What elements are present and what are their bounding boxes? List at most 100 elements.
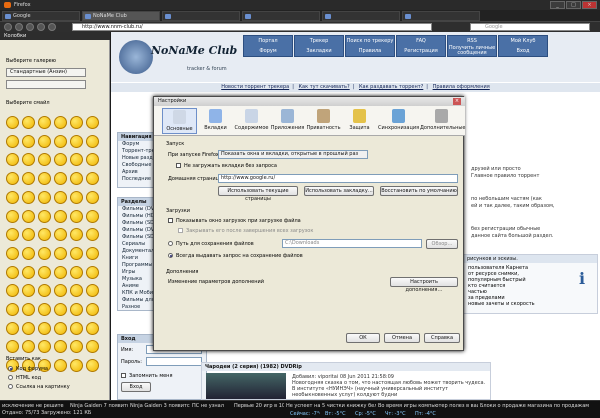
menu-tracker[interactable]: Трекер	[295, 36, 343, 46]
tab-advanced[interactable]: Дополнительные	[420, 108, 465, 134]
smiley-icon[interactable]	[6, 209, 19, 223]
use-bookmark-button[interactable]: Использовать закладку…	[304, 186, 374, 196]
smiley-icon[interactable]	[38, 284, 51, 298]
link-design-rules[interactable]: Правила оформления	[433, 84, 490, 90]
gallery-select[interactable]: Стандартные (Анзин)	[6, 68, 86, 77]
smiley-icon[interactable]	[70, 265, 83, 279]
insert-forum-code-radio[interactable]	[8, 366, 13, 371]
menu-my-club[interactable]: Мой Клуб	[499, 36, 547, 46]
smiley-icon[interactable]	[22, 153, 35, 167]
smiley-icon[interactable]	[38, 153, 51, 167]
smiley-icon[interactable]	[6, 284, 19, 298]
smiley-icon[interactable]	[54, 303, 67, 317]
login-pass-input[interactable]	[146, 357, 202, 366]
tab-content[interactable]: Содержимое	[234, 108, 269, 134]
smiley-icon[interactable]	[22, 134, 35, 148]
smiley-icon[interactable]	[54, 134, 67, 148]
smiley-icon[interactable]	[70, 172, 83, 186]
smiley-icon[interactable]	[86, 209, 99, 223]
startup-select[interactable]: Показать окна и вкладки, открытые в прош…	[218, 150, 368, 159]
smiley-icon[interactable]	[6, 134, 19, 148]
link-how-seed[interactable]: Как раздавать торрент?	[359, 84, 423, 90]
smiley-icon[interactable]	[86, 303, 99, 317]
smiley-icon[interactable]	[70, 228, 83, 242]
smiley-icon[interactable]	[86, 246, 99, 260]
smiley-icon[interactable]	[38, 228, 51, 242]
tab-3[interactable]	[162, 11, 240, 21]
link-news[interactable]: Новости торрент трекера	[221, 84, 289, 90]
smiley-icon[interactable]	[22, 172, 35, 186]
menu-bookmarks[interactable]: Закладки	[295, 46, 343, 56]
smiley-icon[interactable]	[38, 209, 51, 223]
close-when-done-checkbox[interactable]	[178, 228, 183, 233]
smiley-icon[interactable]	[38, 246, 51, 260]
smiley-icon[interactable]	[54, 359, 67, 373]
smiley-icon[interactable]	[86, 284, 99, 298]
tab-privacy[interactable]: Приватность	[306, 108, 341, 134]
close-button[interactable]: ×	[582, 1, 597, 9]
menu-faq[interactable]: FAQ	[397, 36, 445, 46]
smiley-icon[interactable]	[70, 303, 83, 317]
home-icon[interactable]	[48, 23, 56, 31]
smiley-icon[interactable]	[38, 134, 51, 148]
tab-5[interactable]	[322, 11, 400, 21]
smiley-icon[interactable]	[6, 265, 19, 279]
smiley-icon[interactable]	[54, 265, 67, 279]
menu-rules[interactable]: Правила	[346, 46, 394, 56]
taskbar-item[interactable]: Ninja Gaiden 7 появится 29 марта	[70, 402, 128, 410]
tab-general[interactable]: Основные	[162, 108, 197, 134]
smiley-icon[interactable]	[54, 209, 67, 223]
minimize-button[interactable]: _	[550, 1, 565, 9]
taskbar-item[interactable]: Во время игры компьютер полез в вашу	[378, 402, 478, 410]
always-ask-radio[interactable]	[168, 253, 173, 258]
smiley-icon[interactable]	[86, 321, 99, 335]
smiley-icon[interactable]	[22, 321, 35, 335]
smiley-icon[interactable]	[70, 134, 83, 148]
gallery-extra-field[interactable]	[6, 80, 86, 89]
smiley-icon[interactable]	[22, 340, 35, 354]
smiley-icon[interactable]	[70, 153, 83, 167]
taskbar-item[interactable]: Не успеет на 5 чистки книжку белого шоко…	[286, 402, 376, 410]
smiley-icon[interactable]	[54, 284, 67, 298]
help-button[interactable]: Справка	[424, 333, 460, 343]
smiley-icon[interactable]	[22, 190, 35, 204]
restore-default-button[interactable]: Восстановить по умолчанию	[380, 186, 458, 196]
tab-tabs[interactable]: Вкладки	[198, 108, 233, 134]
smiley-icon[interactable]	[6, 190, 19, 204]
forward-icon[interactable]	[15, 23, 23, 31]
remember-checkbox[interactable]	[121, 373, 126, 378]
smiley-icon[interactable]	[70, 359, 83, 373]
smiley-icon[interactable]	[6, 228, 19, 242]
smiley-icon[interactable]	[70, 340, 83, 354]
smiley-icon[interactable]	[22, 284, 35, 298]
smiley-icon[interactable]	[70, 284, 83, 298]
smiley-icon[interactable]	[86, 134, 99, 148]
taskbar-item[interactable]: ПС не узнал	[192, 402, 232, 410]
tab-google[interactable]: Google	[2, 11, 80, 21]
smiley-icon[interactable]	[86, 265, 99, 279]
smiley-icon[interactable]	[6, 172, 19, 186]
save-to-path[interactable]: C:\Downloads	[282, 239, 422, 248]
taskbar-item[interactable]: Блоки о продаже магазина по продажам	[480, 402, 598, 410]
smiley-icon[interactable]	[22, 116, 35, 129]
stop-icon[interactable]	[37, 23, 45, 31]
smiley-icon[interactable]	[22, 303, 35, 317]
smiley-icon[interactable]	[54, 321, 67, 335]
smiley-icon[interactable]	[38, 321, 51, 335]
smiley-icon[interactable]	[38, 190, 51, 204]
news-image[interactable]	[206, 373, 286, 399]
menu-forum[interactable]: Форум	[244, 46, 292, 56]
menu-messages[interactable]: Получить личные сообщения	[448, 46, 496, 56]
smiley-icon[interactable]	[38, 116, 51, 129]
site-logo[interactable]: NoNaMe Club	[151, 44, 237, 57]
smiley-icon[interactable]	[86, 359, 99, 373]
cancel-button[interactable]: Отмена	[384, 333, 420, 343]
ok-button[interactable]: ОК	[346, 333, 380, 343]
show-downloads-checkbox[interactable]	[168, 218, 173, 223]
smiley-icon[interactable]	[22, 265, 35, 279]
smiley-icon[interactable]	[54, 172, 67, 186]
maximize-button[interactable]: □	[566, 1, 581, 9]
menu-portal[interactable]: Портал	[244, 36, 292, 46]
url-bar[interactable]: http://www.nnm-club.ru/	[72, 23, 432, 31]
no-load-tabs-checkbox[interactable]	[176, 163, 181, 168]
